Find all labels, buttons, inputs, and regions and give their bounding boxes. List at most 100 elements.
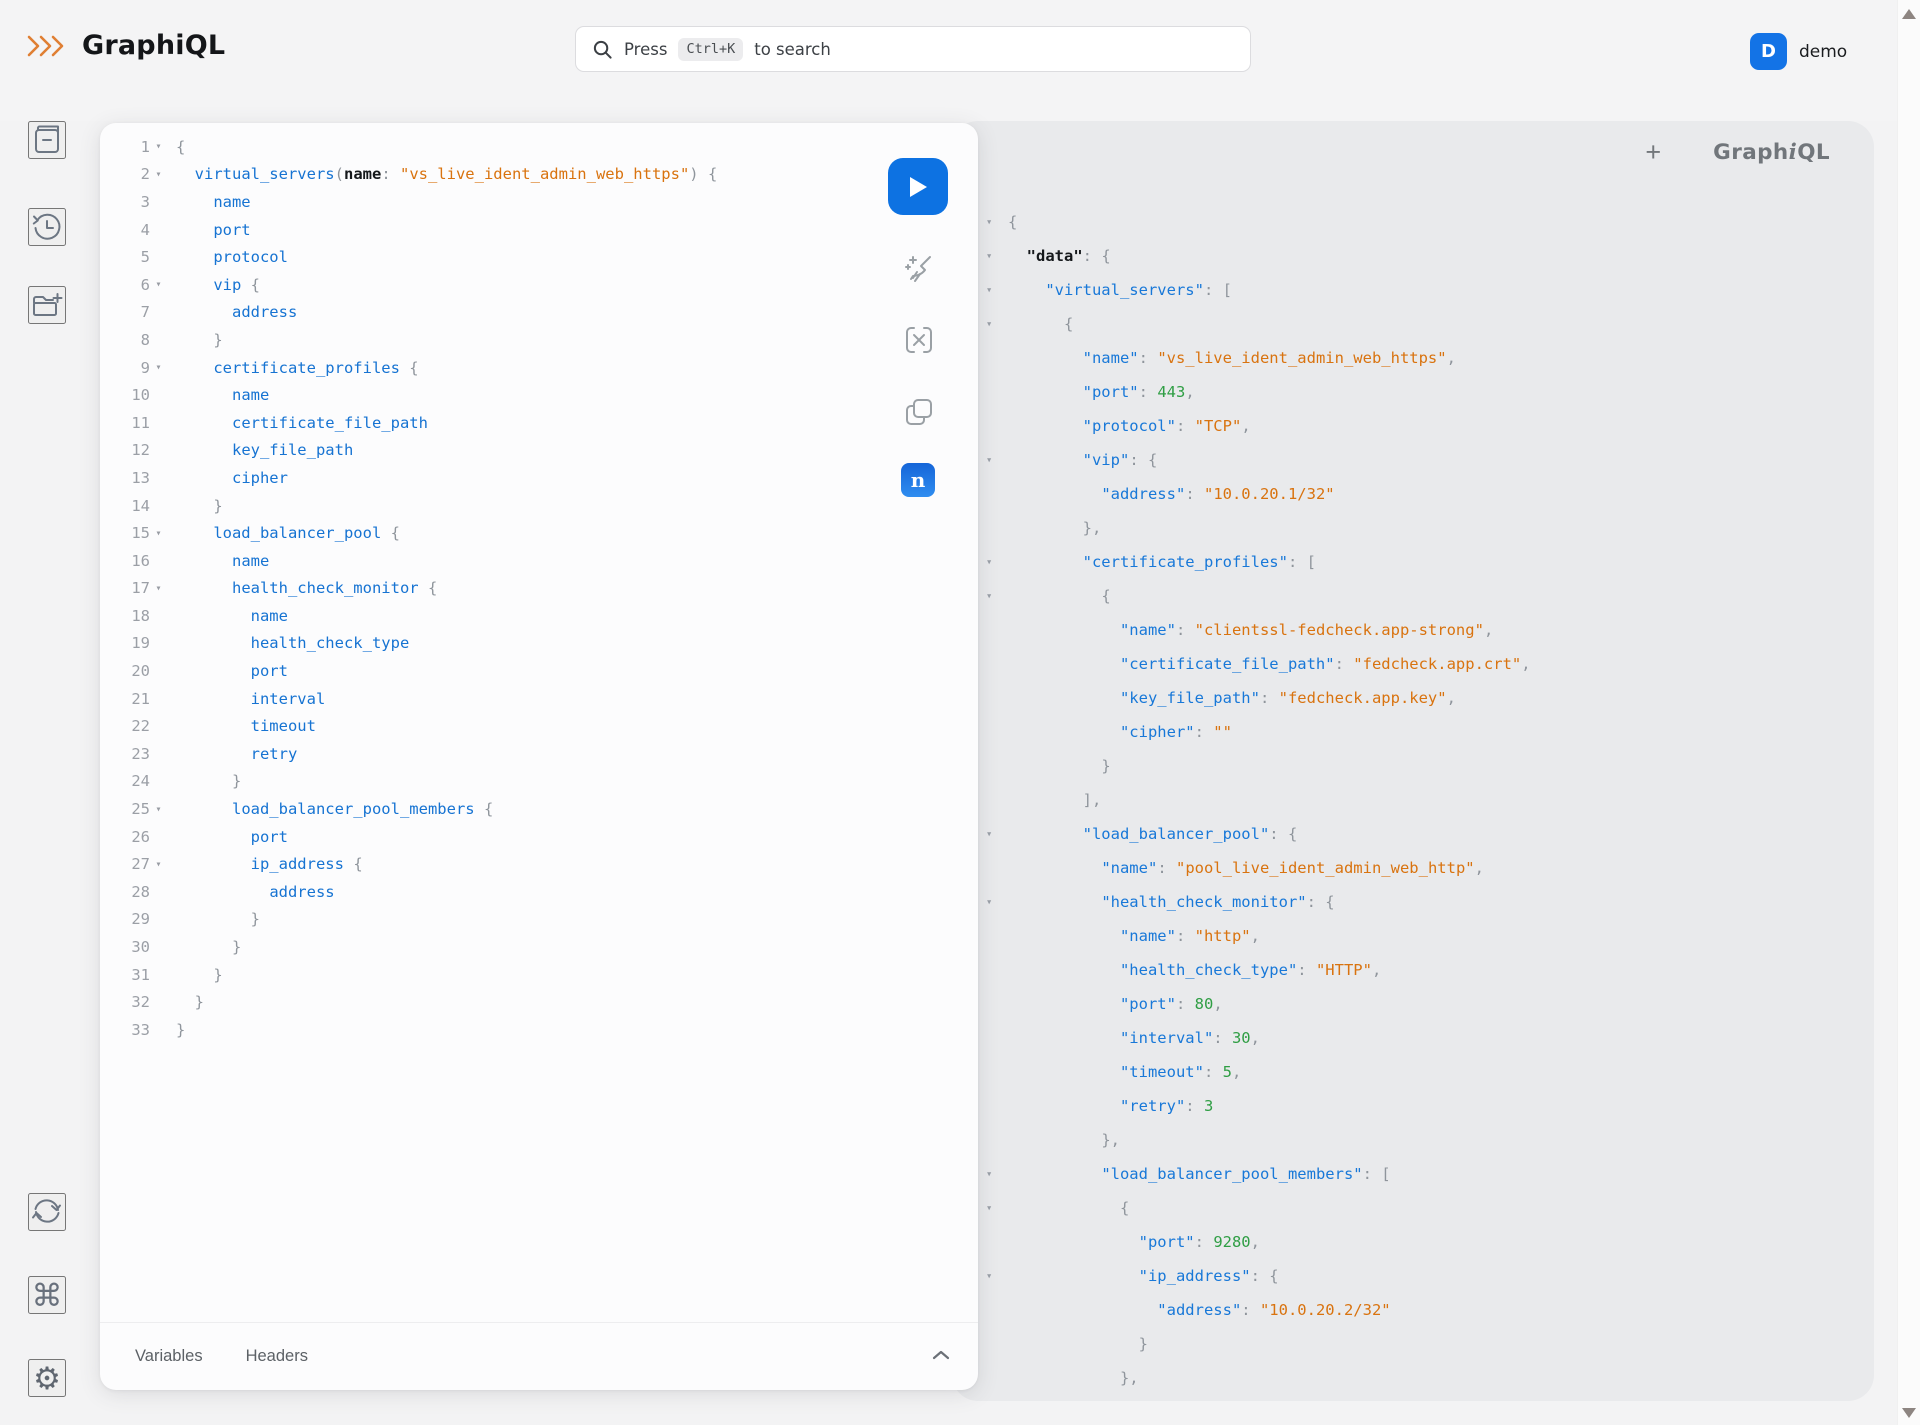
- fold-arrow-icon[interactable]: ▾: [150, 169, 167, 180]
- fold-arrow-icon[interactable]: ▾: [986, 828, 1008, 840]
- query-line[interactable]: 14}: [100, 492, 978, 520]
- query-line[interactable]: 32}: [100, 988, 978, 1016]
- query-line[interactable]: 23retry: [100, 740, 978, 768]
- fold-arrow-icon[interactable]: ▾: [986, 590, 1008, 602]
- n-plugin-icon[interactable]: n: [901, 463, 935, 497]
- fold-arrow-icon[interactable]: ▾: [986, 896, 1008, 908]
- response-line: "interval": 30,: [952, 1021, 1874, 1055]
- search-kbd: Ctrl+K: [678, 38, 743, 61]
- query-line[interactable]: 12key_file_path: [100, 437, 978, 465]
- execute-query-button[interactable]: [888, 158, 948, 215]
- line-number: 21: [100, 690, 150, 708]
- fold-arrow-icon[interactable]: ▾: [986, 216, 1008, 228]
- fold-arrow-icon[interactable]: ▾: [150, 362, 167, 373]
- fold-arrow-icon[interactable]: ▾: [150, 804, 167, 815]
- response-line: "address": "10.0.20.1/32": [952, 477, 1874, 511]
- fold-arrow-icon[interactable]: ▾: [986, 250, 1008, 262]
- fold-arrow-icon[interactable]: ▾: [150, 141, 167, 152]
- query-line[interactable]: 2▾virtual_servers(name: "vs_live_ident_a…: [100, 161, 978, 189]
- code-text: certificate_file_path: [167, 414, 428, 432]
- user-menu[interactable]: D demo: [1750, 33, 1847, 70]
- query-line[interactable]: 16name: [100, 547, 978, 575]
- response-line: },: [952, 1123, 1874, 1157]
- line-number: 7: [100, 303, 150, 321]
- scroll-down-icon[interactable]: [1902, 1408, 1916, 1418]
- query-line[interactable]: 17▾health_check_monitor {: [100, 575, 978, 603]
- history-icon[interactable]: [28, 208, 66, 246]
- query-line[interactable]: 30}: [100, 933, 978, 961]
- fold-arrow-icon[interactable]: ▾: [986, 1202, 1008, 1214]
- query-line[interactable]: 18name: [100, 602, 978, 630]
- code-text: "name": "vs_live_ident_admin_web_https",: [1008, 349, 1456, 367]
- fold-arrow-icon[interactable]: ▾: [150, 528, 167, 539]
- brand-chevrons-icon: [26, 33, 68, 59]
- fold-arrow-icon[interactable]: ▾: [986, 284, 1008, 296]
- query-line[interactable]: 21interval: [100, 685, 978, 713]
- query-line[interactable]: 6▾vip {: [100, 271, 978, 299]
- query-line[interactable]: 26port: [100, 823, 978, 851]
- fold-arrow-icon[interactable]: ▾: [986, 1168, 1008, 1180]
- code-text: "retry": 3: [1008, 1097, 1213, 1115]
- code-text: "interval": 30,: [1008, 1029, 1260, 1047]
- query-line[interactable]: 25▾load_balancer_pool_members {: [100, 795, 978, 823]
- response-line: "health_check_type": "HTTP",: [952, 953, 1874, 987]
- new-collection-icon[interactable]: [28, 286, 66, 324]
- query-line[interactable]: 31}: [100, 961, 978, 989]
- response-line: "address": "10.0.20.2/32": [952, 1293, 1874, 1327]
- docs-explorer-icon[interactable]: [28, 121, 66, 159]
- query-line[interactable]: 13cipher: [100, 464, 978, 492]
- response-line: "name": "http",: [952, 919, 1874, 953]
- fold-arrow-icon[interactable]: ▾: [986, 1270, 1008, 1282]
- line-number: 8: [100, 331, 150, 349]
- page-scrollbar[interactable]: [1897, 0, 1920, 1425]
- query-line[interactable]: 20port: [100, 657, 978, 685]
- query-line[interactable]: 27▾ip_address {: [100, 850, 978, 878]
- query-line[interactable]: 29}: [100, 906, 978, 934]
- line-number: 30: [100, 938, 150, 956]
- query-line[interactable]: 24}: [100, 768, 978, 796]
- code-text: "certificate_file_path": "fedcheck.app.c…: [1008, 655, 1531, 673]
- query-line[interactable]: 22timeout: [100, 712, 978, 740]
- line-number: 25: [100, 800, 150, 818]
- code-text: }: [167, 772, 241, 790]
- query-line[interactable]: 8}: [100, 326, 978, 354]
- shortcut-keys-icon[interactable]: ⌘: [28, 1276, 66, 1314]
- merge-fragments-icon[interactable]: [901, 322, 937, 358]
- fold-arrow-icon[interactable]: ▾: [986, 318, 1008, 330]
- search-input[interactable]: Press Ctrl+K to search: [575, 26, 1251, 72]
- query-line[interactable]: 19health_check_type: [100, 630, 978, 658]
- response-line: ▾{: [952, 205, 1874, 239]
- query-line[interactable]: 5protocol: [100, 243, 978, 271]
- tab-variables[interactable]: Variables: [135, 1347, 203, 1366]
- prettify-query-icon[interactable]: [901, 250, 937, 286]
- search-hint-suffix: to search: [754, 40, 831, 59]
- refetch-schema-icon[interactable]: [28, 1193, 66, 1231]
- fold-arrow-icon[interactable]: ▾: [986, 556, 1008, 568]
- tab-headers[interactable]: Headers: [246, 1347, 308, 1366]
- fold-arrow-icon[interactable]: ▾: [150, 583, 167, 594]
- query-line[interactable]: 33}: [100, 1016, 978, 1044]
- settings-gear-icon[interactable]: ⚙: [28, 1359, 66, 1397]
- scroll-up-icon[interactable]: [1902, 9, 1916, 19]
- query-line[interactable]: 7address: [100, 299, 978, 327]
- response-panel: + GraphiQL ▾{▾"data": {▾"virtual_servers…: [952, 121, 1874, 1401]
- fold-arrow-icon[interactable]: ▾: [986, 454, 1008, 466]
- query-line[interactable]: 4port: [100, 216, 978, 244]
- collapse-editor-tools-icon[interactable]: [932, 1349, 950, 1364]
- query-line[interactable]: 28address: [100, 878, 978, 906]
- query-line[interactable]: 10name: [100, 381, 978, 409]
- copy-query-icon[interactable]: [901, 394, 937, 430]
- query-line[interactable]: 15▾load_balancer_pool {: [100, 519, 978, 547]
- line-number: 15: [100, 524, 150, 542]
- response-line: ▾"ip_address": {: [952, 1259, 1874, 1293]
- query-line[interactable]: 9▾certificate_profiles {: [100, 354, 978, 382]
- add-tab-button[interactable]: +: [1645, 139, 1661, 166]
- query-line[interactable]: 11certificate_file_path: [100, 409, 978, 437]
- query-line[interactable]: 3name: [100, 188, 978, 216]
- fold-arrow-icon[interactable]: ▾: [150, 859, 167, 870]
- line-number: 12: [100, 441, 150, 459]
- query-editor[interactable]: 1▾{2▾virtual_servers(name: "vs_live_iden…: [100, 133, 978, 1044]
- query-line[interactable]: 1▾{: [100, 133, 978, 161]
- fold-arrow-icon[interactable]: ▾: [150, 279, 167, 290]
- avatar: D: [1750, 33, 1787, 70]
